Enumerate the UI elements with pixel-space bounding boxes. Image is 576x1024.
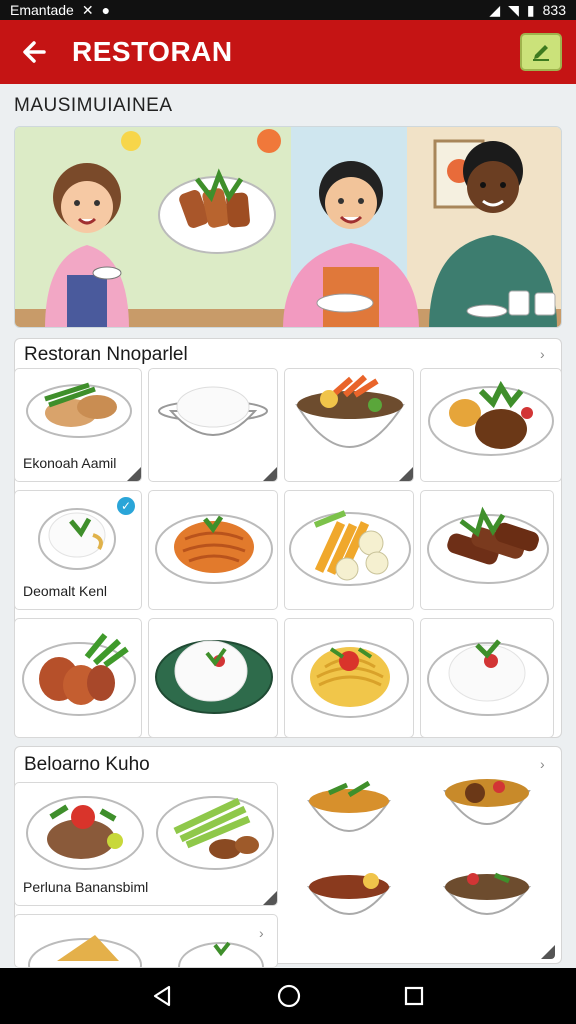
- dish-image: [22, 633, 136, 716]
- dish-tile[interactable]: ›: [14, 914, 278, 968]
- dish-label: Ekonoah Aamil: [23, 455, 117, 471]
- category-title-1: Restoran Nnoparlel: [24, 344, 188, 365]
- sync-icon: ●: [101, 2, 111, 18]
- category-title-2: Beloarno Kuho: [24, 754, 150, 775]
- edit-icon: [533, 45, 549, 61]
- dish-image: [155, 640, 273, 714]
- dish-tile[interactable]: [286, 770, 556, 960]
- battery-icon: ▮: [526, 1, 535, 18]
- dish-image: [295, 374, 405, 448]
- clock: 833: [542, 2, 566, 18]
- chevron-right-icon[interactable]: ›: [259, 925, 264, 941]
- section-title: MAUSIMUIAINEA: [14, 95, 173, 116]
- dish-image: [289, 510, 411, 586]
- corner-marker-icon: [263, 467, 277, 481]
- navigation-bar: [0, 968, 576, 1024]
- dish-tile[interactable]: [284, 490, 414, 610]
- signal-icon: ◢: [489, 1, 501, 18]
- selected-check-icon: ✓: [117, 497, 135, 515]
- back-triangle-icon[interactable]: [151, 984, 175, 1008]
- dish-image: [291, 640, 409, 718]
- dish-image: [28, 935, 264, 967]
- corner-marker-icon: [541, 945, 555, 959]
- hero-banner[interactable]: [14, 126, 562, 328]
- dish-label: Deomalt Kenl: [23, 583, 108, 599]
- dish-tile[interactable]: Perluna Banansbiml: [14, 782, 278, 906]
- dish-tile[interactable]: [148, 490, 278, 610]
- corner-marker-icon: [399, 467, 413, 481]
- corner-marker-icon: [127, 467, 141, 481]
- dish-tile[interactable]: [284, 618, 414, 738]
- back-button[interactable]: [14, 32, 54, 72]
- status-bar: Emantade ✕ ● ◢ ◥ ▮ 833: [0, 0, 576, 20]
- corner-marker-icon: [263, 891, 277, 905]
- chevron-right-icon[interactable]: ›: [540, 346, 545, 362]
- dish-image: [155, 514, 273, 584]
- dish-tile[interactable]: [14, 618, 142, 738]
- dish-image: [427, 506, 549, 584]
- carrier-text: Emantade: [10, 2, 74, 18]
- dish-tile[interactable]: [148, 618, 278, 738]
- dish-tile[interactable]: [148, 368, 278, 482]
- dish-image: [428, 380, 554, 456]
- dish-tile[interactable]: ✓ Deomalt Kenl: [14, 490, 142, 610]
- dish-tile[interactable]: Ekonoah Aamil: [14, 368, 142, 482]
- edit-button[interactable]: [520, 33, 562, 71]
- home-circle-icon[interactable]: [276, 983, 302, 1009]
- dish-tile[interactable]: [420, 618, 554, 738]
- dish-image: [427, 639, 549, 716]
- dish-image: [158, 386, 268, 436]
- dish-label: Perluna Banansbiml: [23, 879, 149, 895]
- dish-image: [307, 779, 532, 915]
- dish-tile[interactable]: [420, 368, 562, 482]
- nfc-icon: ✕: [81, 1, 94, 18]
- wifi-icon: ◥: [508, 1, 519, 18]
- app-bar: RESTORAN: [0, 20, 576, 84]
- recents-square-icon[interactable]: [403, 985, 425, 1007]
- hero-illustration: [15, 127, 561, 327]
- dish-tile[interactable]: [284, 368, 414, 482]
- dish-tile[interactable]: [420, 490, 554, 610]
- page-title: RESTORAN: [72, 36, 233, 67]
- arrow-left-icon: [23, 41, 46, 63]
